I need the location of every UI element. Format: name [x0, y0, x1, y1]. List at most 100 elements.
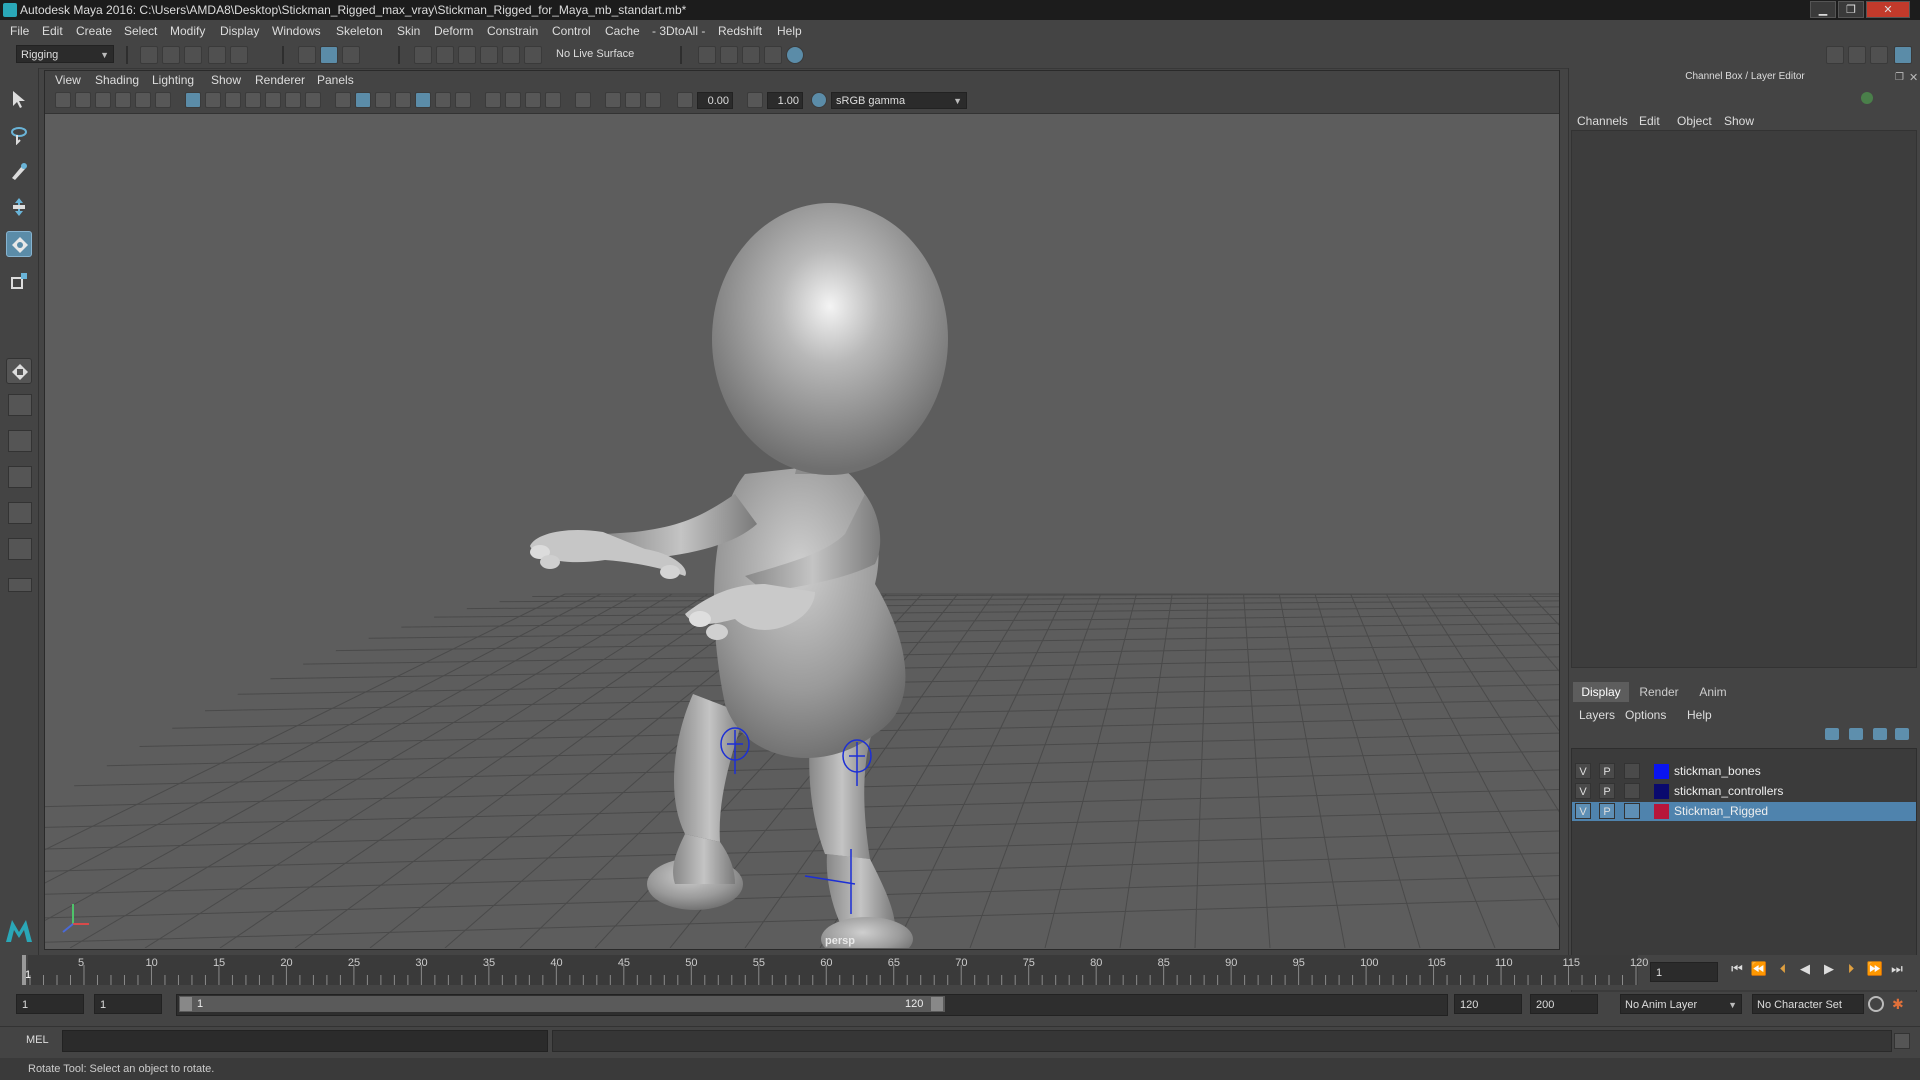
new-empty-layer-icon[interactable]	[1873, 728, 1887, 740]
layer-type-toggle[interactable]	[1624, 803, 1640, 819]
menu-windows[interactable]: Windows	[268, 20, 325, 42]
channels-menu[interactable]: Channels	[1577, 114, 1628, 128]
select-object-icon[interactable]	[320, 46, 338, 64]
new-scene-icon[interactable]	[140, 46, 158, 64]
scene-canvas[interactable]	[45, 114, 1559, 948]
layer-color-swatch[interactable]	[1654, 764, 1669, 779]
attribute-editor-icon[interactable]	[1848, 46, 1866, 64]
anti-aliasing-icon[interactable]	[545, 92, 561, 108]
xray-joints-icon[interactable]	[415, 92, 431, 108]
ambient-occlusion-icon[interactable]	[505, 92, 521, 108]
four-view-layout-button[interactable]	[8, 394, 32, 416]
live-surface-field[interactable]: No Live Surface	[552, 45, 656, 63]
ipr-render-icon[interactable]	[742, 46, 760, 64]
step-back-key-icon[interactable]: ⏪	[1750, 960, 1768, 978]
layer-type-toggle[interactable]	[1624, 783, 1640, 799]
menu-control[interactable]: Control	[548, 20, 595, 42]
layer-visibility-toggle[interactable]: V	[1575, 803, 1591, 819]
image-plane-icon[interactable]	[115, 92, 131, 108]
gamma-field[interactable]: 1.00	[767, 92, 803, 109]
menu-skin[interactable]: Skin	[393, 20, 424, 42]
snap-surface-icon[interactable]	[502, 46, 520, 64]
select-hierarchy-icon[interactable]	[298, 46, 316, 64]
move-layer-up-icon[interactable]	[1825, 728, 1839, 740]
film-gate-icon[interactable]	[205, 92, 221, 108]
resolution-gate-icon[interactable]	[225, 92, 241, 108]
menu-deform[interactable]: Deform	[430, 20, 477, 42]
playback-end-field[interactable]: 120	[1454, 994, 1522, 1014]
safe-action-icon[interactable]	[285, 92, 301, 108]
lasso-tool[interactable]	[6, 122, 32, 148]
tab-render[interactable]: Render	[1631, 682, 1687, 702]
layer-row[interactable]: V P stickman_bones	[1572, 762, 1916, 781]
close-icon[interactable]: ✕	[1909, 71, 1918, 84]
more-layouts-button[interactable]	[8, 578, 32, 592]
maximize-button[interactable]: ❐	[1838, 1, 1864, 18]
exposure-icon[interactable]	[677, 92, 693, 108]
panel-menu-lighting[interactable]: Lighting	[152, 71, 194, 89]
playback-start-field[interactable]: 1	[94, 994, 162, 1014]
layer-visibility-toggle[interactable]: V	[1575, 783, 1591, 799]
isolate-select-icon[interactable]	[575, 92, 591, 108]
wireframe-on-shaded-icon[interactable]	[395, 92, 411, 108]
colorspace-dropdown[interactable]: sRGB gamma ▼	[831, 92, 967, 109]
select-tool[interactable]	[6, 86, 32, 112]
snap-live-icon[interactable]	[524, 46, 542, 64]
float-icon[interactable]: ❐	[1895, 72, 1904, 83]
textured-icon[interactable]	[435, 92, 451, 108]
panel-menu-renderer[interactable]: Renderer	[255, 71, 305, 89]
render-view-icon[interactable]	[698, 46, 716, 64]
modeling-toolkit-icon[interactable]	[1826, 46, 1844, 64]
menu-display[interactable]: Display	[216, 20, 263, 42]
paint-select-tool[interactable]	[6, 158, 32, 184]
menu-edit[interactable]: Edit	[38, 20, 67, 42]
custom-layout-button[interactable]	[8, 538, 32, 560]
rotate-tool[interactable]	[6, 231, 32, 257]
step-back-frame-icon[interactable]: ⏴	[1774, 960, 1792, 978]
panel-menu-view[interactable]: View	[55, 71, 81, 89]
move-layer-down-icon[interactable]	[1849, 728, 1863, 740]
new-layer-selected-icon[interactable]	[1895, 728, 1909, 740]
animation-start-field[interactable]: 1	[16, 994, 84, 1014]
go-to-end-icon[interactable]: ⏭	[1888, 960, 1906, 978]
color-management-icon[interactable]	[811, 92, 827, 108]
layer-color-swatch[interactable]	[1654, 784, 1669, 799]
menu-cache[interactable]: Cache	[601, 20, 644, 42]
channel-box-toggle-icon[interactable]	[1894, 46, 1912, 64]
wireframe-icon[interactable]	[335, 92, 351, 108]
hypershade-persp-layout-button[interactable]	[8, 502, 32, 524]
time-slider[interactable]: 1 5 10 15 20 25 30 35 40 45 50 55 60 65 70 75 80 85 90 95 1…	[0, 955, 1920, 990]
current-time-marker[interactable]	[22, 955, 26, 985]
snap-view-plane-icon[interactable]	[480, 46, 498, 64]
layer-row-selected[interactable]: V P Stickman_Rigged	[1572, 802, 1916, 821]
stickman-model[interactable]	[530, 203, 948, 948]
close-button[interactable]: ✕	[1866, 1, 1910, 18]
snap-point-icon[interactable]	[458, 46, 476, 64]
redo-icon[interactable]	[230, 46, 248, 64]
range-slider-track[interactable]: 1 120	[176, 994, 1448, 1016]
single-perspective-layout-button[interactable]	[6, 358, 32, 384]
tab-anim[interactable]: Anim	[1687, 682, 1739, 702]
gate-mask-icon[interactable]	[245, 92, 261, 108]
panel-menu-panels[interactable]: Panels	[317, 71, 354, 89]
exposure-field[interactable]: 0.00	[697, 92, 733, 109]
current-frame-field[interactable]: 1	[1650, 962, 1718, 982]
outliner-persp-layout-button[interactable]	[8, 430, 32, 452]
default-material-icon[interactable]	[375, 92, 391, 108]
menu-skeleton[interactable]: Skeleton	[332, 20, 387, 42]
script-editor-icon[interactable]	[1894, 1033, 1910, 1049]
auto-key-icon[interactable]	[1868, 996, 1884, 1012]
range-end-grip[interactable]	[931, 997, 943, 1011]
menu-redshift[interactable]: Redshift	[714, 20, 766, 42]
tool-settings-icon[interactable]	[1870, 46, 1888, 64]
help-menu[interactable]: Help	[1687, 708, 1712, 722]
shadows-icon[interactable]	[485, 92, 501, 108]
animation-end-field[interactable]: 200	[1530, 994, 1598, 1014]
layer-playback-toggle[interactable]: P	[1599, 783, 1615, 799]
panel-menu-shading[interactable]: Shading	[95, 71, 139, 89]
tab-display[interactable]: Display	[1573, 682, 1629, 702]
layer-row[interactable]: V P stickman_controllers	[1572, 782, 1916, 801]
object-menu[interactable]: Object	[1677, 114, 1712, 128]
layer-playback-toggle[interactable]: P	[1599, 763, 1615, 779]
render-settings-icon[interactable]	[764, 46, 782, 64]
